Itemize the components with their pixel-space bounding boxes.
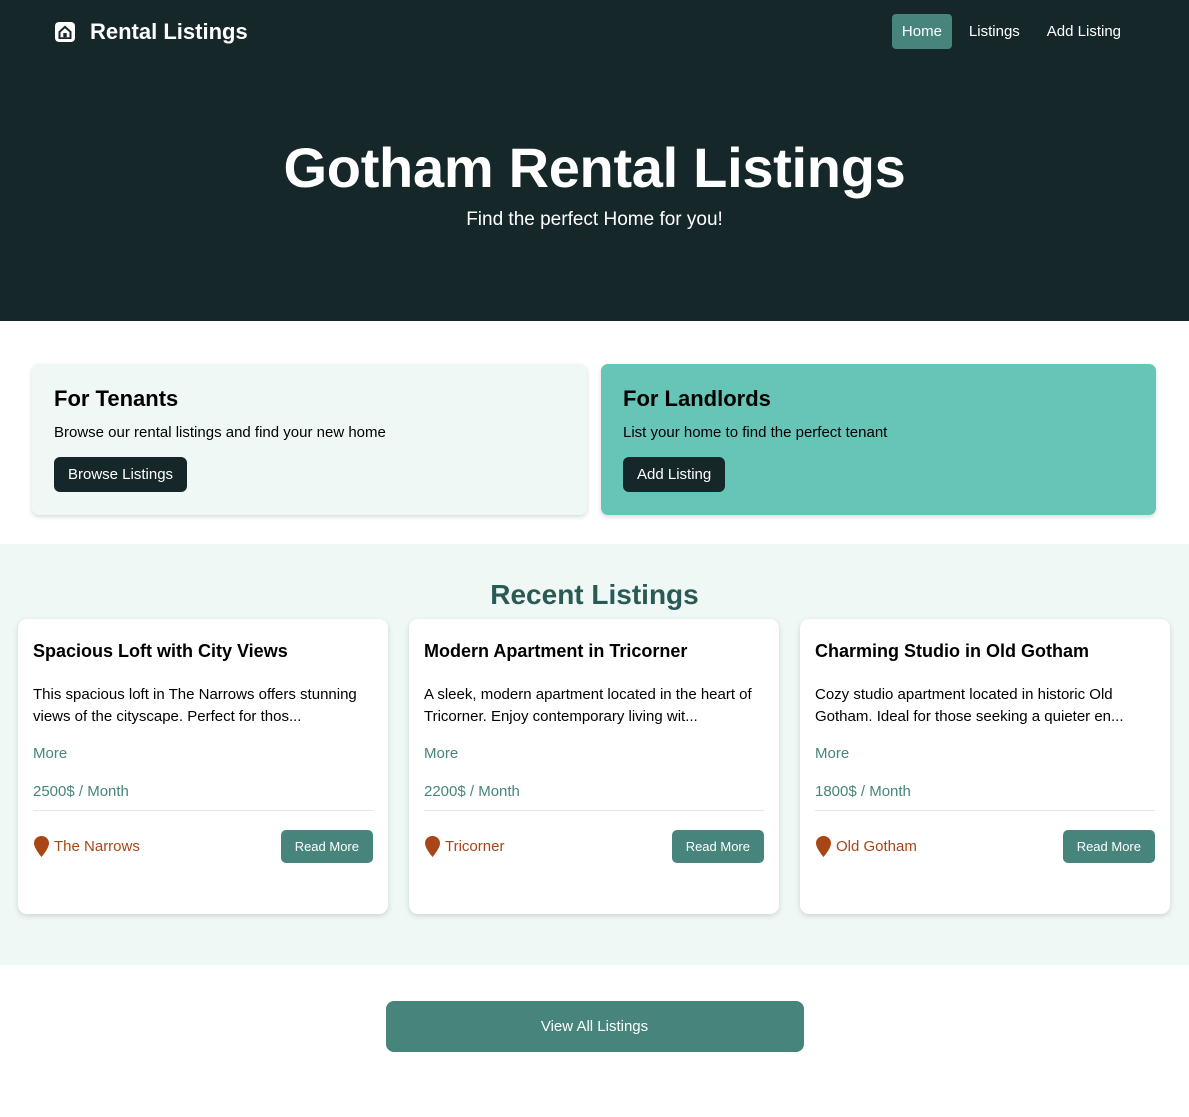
listing-price: 1800$ / Month bbox=[815, 783, 911, 800]
listing-location-text: The Narrows bbox=[54, 838, 140, 855]
nav-listings[interactable]: Listings bbox=[959, 14, 1030, 49]
listing-price: 2500$ / Month bbox=[33, 783, 129, 800]
map-pin-icon bbox=[34, 836, 49, 857]
recent-listings-title: Recent Listings bbox=[490, 579, 699, 610]
house-icon bbox=[55, 21, 75, 42]
listing-description: This spacious loft in The Narrows offers… bbox=[33, 686, 357, 725]
listing-more-link[interactable]: More bbox=[424, 745, 764, 762]
listing-footer: Old Gotham Read More bbox=[815, 830, 1155, 863]
listing-card: Charming Studio in Old Gotham Cozy studi… bbox=[800, 619, 1170, 914]
landlords-title: For Landlords bbox=[623, 386, 771, 411]
nav-links: Home Listings Add Listing bbox=[891, 14, 1131, 49]
listing-location: The Narrows bbox=[33, 835, 140, 858]
map-pin-icon bbox=[425, 836, 440, 857]
landlords-card: For Landlords List your home to find the… bbox=[601, 364, 1156, 515]
read-more-button[interactable]: Read More bbox=[671, 830, 764, 863]
header: Rental Listings Home Listings Add Listin… bbox=[0, 0, 1189, 321]
listing-location-text: Old Gotham bbox=[836, 838, 917, 855]
listing-cards: Spacious Loft with City Views This spaci… bbox=[0, 611, 1189, 914]
listing-title: Modern Apartment in Tricorner bbox=[424, 641, 688, 661]
read-more-button[interactable]: Read More bbox=[1062, 830, 1155, 863]
hero-subtitle: Find the perfect Home for you! bbox=[466, 209, 723, 231]
view-all-listings-button[interactable]: View All Listings bbox=[385, 1001, 804, 1052]
listing-location: Tricorner bbox=[424, 835, 504, 858]
hero-title: Gotham Rental Listings bbox=[283, 136, 906, 199]
nav-add-listing[interactable]: Add Listing bbox=[1037, 14, 1131, 49]
tenants-text: Browse our rental listings and find your… bbox=[54, 424, 386, 441]
divider bbox=[33, 810, 373, 811]
listing-title: Spacious Loft with City Views bbox=[33, 641, 288, 661]
brand-title: Rental Listings bbox=[90, 18, 248, 44]
nav-home[interactable]: Home bbox=[891, 14, 952, 49]
listing-price: 2200$ / Month bbox=[424, 783, 520, 800]
recent-listings-section: Recent Listings Spacious Loft with City … bbox=[0, 544, 1189, 965]
add-listing-button[interactable]: Add Listing bbox=[623, 457, 726, 492]
listing-footer: Tricorner Read More bbox=[424, 830, 764, 863]
tenants-title: For Tenants bbox=[54, 386, 179, 411]
listing-title: Charming Studio in Old Gotham bbox=[815, 641, 1089, 661]
map-pin-icon bbox=[816, 836, 831, 857]
hero: Gotham Rental Listings Find the perfect … bbox=[0, 63, 1189, 231]
listing-location-text: Tricorner bbox=[445, 838, 505, 855]
view-all-section: View All Listings bbox=[0, 965, 1189, 1052]
divider bbox=[815, 810, 1155, 811]
landlords-text: List your home to find the perfect tenan… bbox=[623, 424, 888, 441]
listing-footer: The Narrows Read More bbox=[33, 830, 373, 863]
navbar: Rental Listings Home Listings Add Listin… bbox=[0, 0, 1189, 63]
listing-more-link[interactable]: More bbox=[33, 745, 373, 762]
listing-card: Spacious Loft with City Views This spaci… bbox=[18, 619, 388, 914]
listing-more-link[interactable]: More bbox=[815, 745, 1155, 762]
divider bbox=[424, 810, 764, 811]
listing-card: Modern Apartment in Tricorner A sleek, m… bbox=[409, 619, 779, 914]
read-more-button[interactable]: Read More bbox=[280, 830, 373, 863]
browse-listings-button[interactable]: Browse Listings bbox=[54, 457, 188, 492]
tenants-card: For Tenants Browse our rental listings a… bbox=[32, 364, 587, 515]
brand[interactable]: Rental Listings bbox=[54, 19, 248, 45]
listing-description: A sleek, modern apartment located in the… bbox=[424, 686, 752, 725]
cta-section: For Tenants Browse our rental listings a… bbox=[0, 321, 1189, 544]
listing-description: Cozy studio apartment located in histori… bbox=[815, 686, 1124, 725]
listing-location: Old Gotham bbox=[815, 835, 917, 858]
